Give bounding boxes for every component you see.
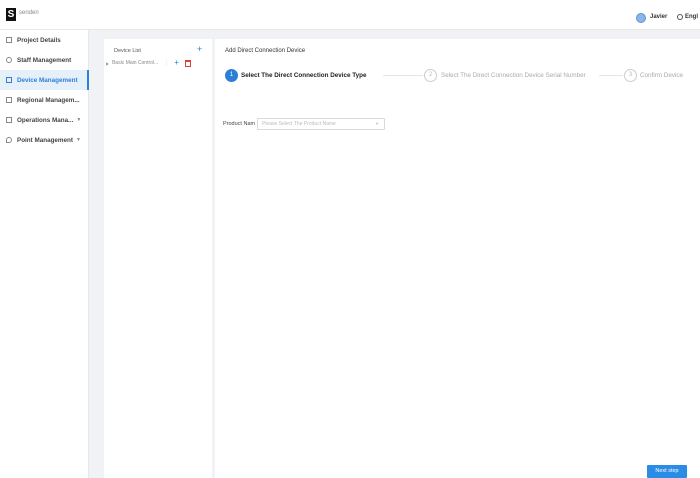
top-bar: S senden Javier Engl — [0, 0, 700, 30]
chevron-down-icon: ▼ — [75, 137, 81, 143]
sidebar: Project Details Staff Management Device … — [0, 30, 89, 478]
brand-name: senden — [19, 10, 39, 16]
sidebar-item-staff-management[interactable]: Staff Management — [0, 50, 89, 70]
sidebar-item-operations-management[interactable]: Operations Mana... ▼ — [0, 110, 89, 130]
sidebar-item-label: Regional Managem... — [17, 96, 80, 104]
region-icon — [6, 97, 12, 103]
product-name-placeholder: Please Select The Product Name — [262, 121, 336, 127]
brand-logo[interactable]: S — [6, 8, 16, 21]
step-connector — [383, 75, 423, 76]
step-connector — [599, 75, 623, 76]
sidebar-item-device-management[interactable]: Device Management — [0, 70, 89, 90]
plus-icon[interactable]: + — [197, 45, 202, 54]
device-icon — [6, 77, 12, 83]
sidebar-item-project-details[interactable]: Project Details — [0, 30, 89, 50]
add-child-icon[interactable]: + — [174, 59, 179, 67]
step-3-label: Confirm Device — [640, 72, 684, 79]
delete-icon[interactable] — [184, 59, 191, 67]
step-2-indicator: 2 — [424, 69, 437, 82]
add-device-panel: Add Direct Connection Device 1 Select Th… — [215, 39, 700, 478]
sidebar-item-label: Device Management — [17, 76, 78, 84]
product-name-select[interactable]: Please Select The Product Name ▼ — [257, 118, 385, 130]
sidebar-item-label: Point Management — [17, 136, 73, 144]
sidebar-item-label: Staff Management — [17, 56, 72, 64]
person-icon — [6, 57, 12, 63]
next-step-button[interactable]: Next step — [647, 465, 687, 478]
caret-right-icon[interactable]: ▶ — [106, 61, 109, 66]
globe-icon[interactable] — [677, 14, 683, 20]
device-list-title: Device List — [114, 48, 141, 54]
sidebar-item-point-management[interactable]: Point Management ▼ — [0, 130, 89, 150]
step-3-indicator: 3 — [624, 69, 637, 82]
device-list-panel: Device List + ▶ Basic Main Control... ⋮ … — [104, 39, 212, 478]
document-icon — [6, 37, 12, 43]
location-icon — [6, 137, 12, 143]
step-2-label: Select The Direct Connection Device Seri… — [441, 72, 586, 79]
sidebar-item-label: Project Details — [17, 36, 61, 44]
step-1-label: Select The Direct Connection Device Type — [241, 72, 367, 79]
language-selector[interactable]: Engl — [685, 14, 698, 20]
username[interactable]: Javier — [650, 14, 667, 20]
page-title: Add Direct Connection Device — [225, 48, 306, 54]
sidebar-item-label: Operations Mana... — [17, 116, 74, 124]
sidebar-item-regional-management[interactable]: Regional Managem... — [0, 90, 89, 110]
step-1-indicator: 1 — [225, 69, 238, 82]
product-name-label: Product Nam — [223, 121, 256, 127]
user-avatar[interactable] — [636, 13, 646, 23]
chevron-down-icon: ▼ — [76, 117, 82, 123]
tree-node[interactable]: ▶ Basic Main Control... ⋮ + — [106, 58, 212, 68]
operations-icon — [6, 117, 12, 123]
chevron-down-icon: ▼ — [375, 121, 379, 126]
more-icon[interactable]: ⋮ — [164, 60, 169, 66]
tree-node-label[interactable]: Basic Main Control... — [112, 60, 158, 66]
